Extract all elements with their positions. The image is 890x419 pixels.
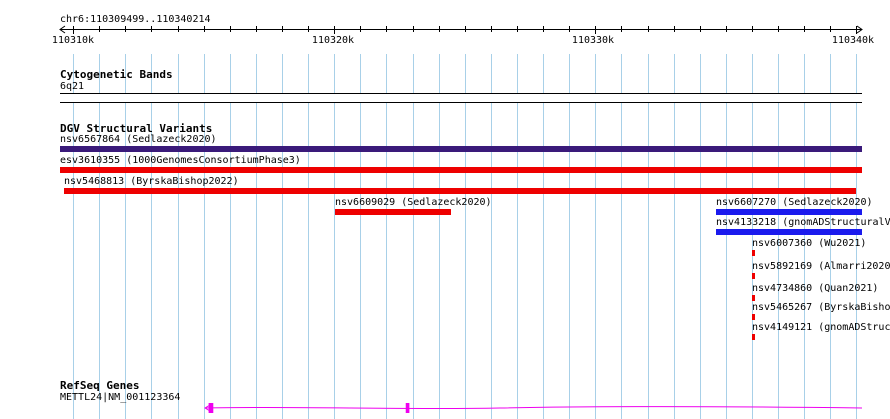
dgv-feature-label: nsv6567864 (Sedlazeck2020) <box>60 134 217 145</box>
genome-browser-view: chr6:110309499..110340214 110310k 110320… <box>0 0 890 419</box>
dgv-feature-label: esv3610355 (1000GenomesConsortiumPhase3) <box>60 155 301 166</box>
dgv-feature-bar[interactable] <box>64 188 856 194</box>
dgv-feature-label: nsv4133218 (gnomADStructuralVari <box>716 217 890 228</box>
ruler-tick-label: 110340k <box>831 35 875 46</box>
gene-exon <box>208 403 214 413</box>
dgv-feature-label: nsv5892169 (Almarri2020) <box>752 261 890 272</box>
dgv-feature-label: nsv6007360 (Wu2021) <box>752 238 867 249</box>
dgv-feature-label: nsv5465267 (ByrskaBishop20 <box>752 302 890 313</box>
cytoband-ideogram[interactable] <box>60 93 862 103</box>
dgv-feature-bar[interactable] <box>60 167 862 173</box>
dgv-feature-bar[interactable] <box>752 273 755 279</box>
ruler-tick-label: 110310k <box>51 35 95 46</box>
dgv-feature-bar[interactable] <box>752 250 755 256</box>
dgv-feature-label: nsv6607270 (Sedlazeck2020) <box>716 197 873 208</box>
dgv-feature-bar[interactable] <box>752 314 755 320</box>
ruler[interactable] <box>0 24 890 54</box>
dgv-feature-bar[interactable] <box>335 209 451 215</box>
ruler-tick-label: 110330k <box>571 35 615 46</box>
dgv-feature-bar[interactable] <box>752 334 755 340</box>
cytoband-label: 6q21 <box>60 81 85 92</box>
dgv-feature-label: nsv4149121 (gnomADStructur <box>752 322 890 333</box>
dgv-feature-label: nsv5468813 (ByrskaBishop2022) <box>64 176 239 187</box>
gene-intron-line <box>204 406 863 410</box>
dgv-feature-label: nsv6609029 (Sedlazeck2020) <box>335 197 492 208</box>
track-title-cytoband: Cytogenetic Bands <box>60 68 173 81</box>
dgv-feature-bar[interactable] <box>716 209 862 215</box>
dgv-feature-label: nsv4734860 (Quan2021) <box>752 283 879 294</box>
dgv-feature-bar[interactable] <box>716 229 862 235</box>
gene-exon <box>405 403 410 413</box>
track-title-refseq: RefSeq Genes <box>60 379 140 392</box>
gene-model[interactable] <box>0 401 890 417</box>
ruler-tick-label: 110320k <box>311 35 355 46</box>
dgv-feature-bar[interactable] <box>60 146 862 152</box>
dgv-feature-bar[interactable] <box>752 295 755 301</box>
